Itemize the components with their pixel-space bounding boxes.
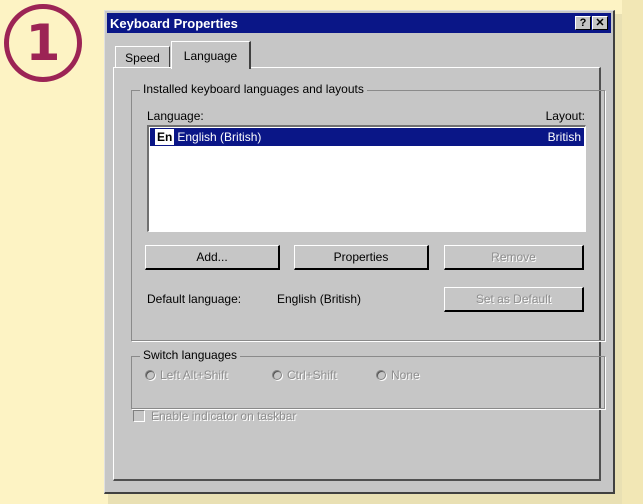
enable-indicator-checkbox[interactable] (133, 410, 145, 422)
enable-indicator-label: Enable indicator on taskbar (151, 409, 297, 423)
radio-button-icon[interactable] (376, 370, 386, 380)
language-code-icon: En (155, 129, 175, 145)
close-button[interactable]: ✕ (592, 16, 608, 30)
installed-group-title: Installed keyboard languages and layouts (140, 82, 367, 96)
default-language-value: English (British) (277, 292, 362, 306)
page-stripe (622, 0, 643, 504)
tab-speed-label: Speed (125, 50, 160, 65)
radio-ctrl-shift-label: Ctrl+Shift (287, 368, 337, 382)
properties-button-label: Properties (333, 250, 389, 264)
question-mark-icon: ? (579, 16, 587, 29)
switch-group-title: Switch languages (140, 348, 241, 362)
list-item[interactable]: En English (British) British (150, 128, 584, 146)
help-button[interactable]: ? (575, 16, 591, 30)
radio-button-icon[interactable] (145, 370, 155, 380)
enable-indicator-option[interactable]: Enable indicator on taskbar (133, 409, 296, 423)
remove-button-label: Remove (491, 250, 536, 264)
language-column-header: Language: (147, 109, 204, 123)
layout-column-header: Layout: (545, 109, 585, 123)
tab-language-label: Language (183, 48, 238, 63)
tab-speed[interactable]: Speed (115, 46, 170, 68)
list-item-language: English (British) (177, 130, 262, 144)
radio-left-alt-shift-label: Left Alt+Shift (160, 368, 228, 382)
close-icon: ✕ (595, 16, 605, 29)
tab-language[interactable]: Language (171, 41, 251, 69)
radio-none[interactable]: None (376, 368, 420, 382)
radio-ctrl-shift[interactable]: Ctrl+Shift (272, 368, 337, 382)
set-as-default-button[interactable]: Set as Default (444, 287, 584, 312)
step-number-badge: 1 (4, 4, 82, 82)
radio-none-label: None (391, 368, 420, 382)
keyboard-properties-dialog: Keyboard Properties ? ✕ Speed Language I… (104, 10, 615, 494)
languages-listbox[interactable]: En English (British) British (147, 125, 586, 232)
remove-button[interactable]: Remove (444, 245, 584, 270)
add-button-label: Add... (196, 250, 228, 264)
list-item-layout: British (547, 130, 581, 144)
window-title: Keyboard Properties (110, 15, 238, 31)
set-as-default-label: Set as Default (475, 292, 552, 306)
title-bar[interactable]: Keyboard Properties ? ✕ (107, 13, 611, 33)
radio-button-icon[interactable] (272, 370, 282, 380)
properties-button[interactable]: Properties (294, 245, 429, 270)
radio-left-alt-shift[interactable]: Left Alt+Shift (145, 368, 228, 382)
add-button[interactable]: Add... (145, 245, 280, 270)
step-number: 1 (25, 14, 61, 72)
switch-languages-group: Switch languages (131, 348, 605, 409)
default-language-label: Default language: (147, 292, 242, 306)
